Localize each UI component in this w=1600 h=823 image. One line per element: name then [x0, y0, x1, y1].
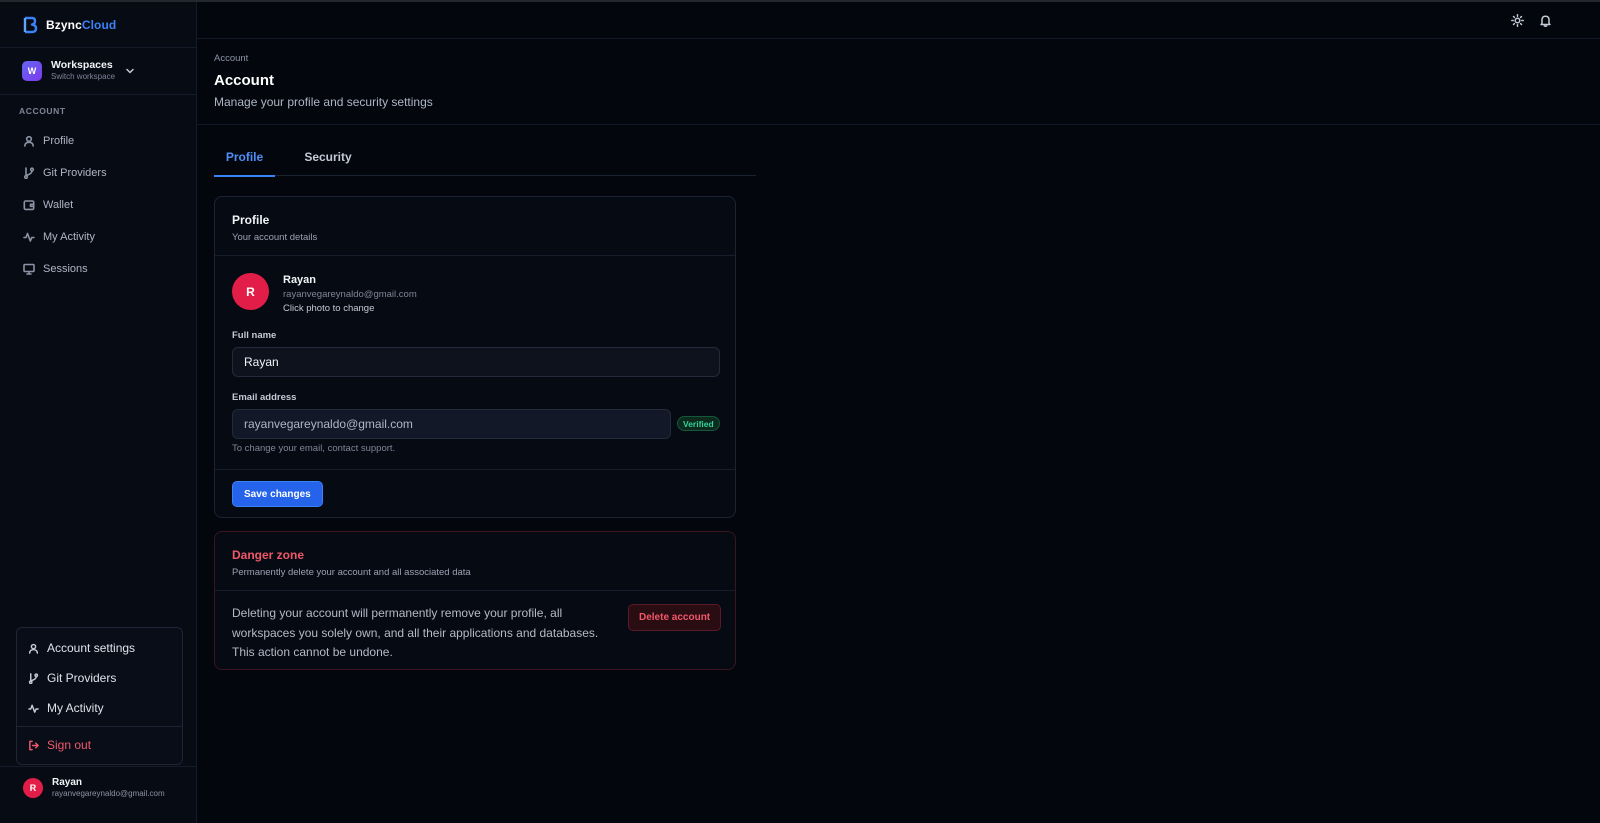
- card-title: Profile: [232, 213, 270, 227]
- menu-divider: [17, 726, 182, 727]
- menu-item-git-providers[interactable]: Git Providers: [17, 663, 182, 693]
- profile-email: rayanvegareynaldo@gmail.com: [283, 289, 417, 300]
- current-user-button[interactable]: R Rayan rayanvegareynaldo@gmail.com: [0, 766, 196, 808]
- brand-name-accent: Cloud: [81, 17, 117, 32]
- sidebar-item-sessions[interactable]: Sessions: [0, 253, 196, 285]
- menu-item-account-settings[interactable]: Account settings: [17, 633, 182, 663]
- wallet-icon: [23, 200, 35, 211]
- page-subtitle: Manage your profile and security setting…: [214, 95, 433, 109]
- page-title: Account: [214, 72, 274, 89]
- profile-photo[interactable]: R: [232, 273, 269, 310]
- brand-name: BzyncCloud: [46, 18, 116, 32]
- theme-toggle-button[interactable]: [1511, 14, 1524, 27]
- sign-out-button[interactable]: Sign out: [17, 730, 182, 760]
- topbar: [197, 2, 1600, 39]
- activity-icon: [23, 232, 35, 242]
- user-icon: [24, 135, 34, 147]
- menu-item-label: Account settings: [47, 641, 136, 655]
- menu-item-label: My Activity: [47, 701, 104, 715]
- full-name-label: Full name: [232, 330, 277, 341]
- sidebar-item-profile[interactable]: Profile: [0, 125, 196, 157]
- brand-name-main: Bzync: [46, 17, 82, 32]
- sidebar-section-label: ACCOUNT: [19, 106, 66, 116]
- tab-profile[interactable]: Profile: [214, 137, 275, 177]
- email-help-text: To change your email, contact support.: [232, 443, 396, 454]
- sidebar-item-my-activity[interactable]: My Activity: [0, 221, 196, 253]
- user-email: rayanvegareynaldo@gmail.com: [52, 788, 165, 798]
- sidebar-item-wallet[interactable]: Wallet: [0, 189, 196, 221]
- chevron-down-icon: [126, 68, 134, 74]
- sun-icon: [1511, 14, 1524, 27]
- bell-icon: [1540, 15, 1551, 28]
- avatar: R: [23, 777, 43, 798]
- delete-account-button[interactable]: Delete account: [628, 604, 722, 631]
- account-tabs: Profile Security: [214, 137, 756, 177]
- sidebar-item-git-providers[interactable]: Git Providers: [0, 157, 196, 189]
- delete-warning-text: Deleting your account will permanently r…: [232, 606, 599, 659]
- workspace-subtitle: Switch workspace: [51, 72, 116, 81]
- sidebar-item-label: Profile: [43, 135, 75, 147]
- bzync-logo-icon: [23, 16, 38, 33]
- git-branch-icon: [23, 167, 35, 179]
- sidebar-item-label: Wallet: [43, 199, 74, 211]
- notifications-button[interactable]: [1539, 14, 1552, 28]
- photo-hint: Click photo to change: [283, 303, 375, 314]
- brand-logo[interactable]: BzyncCloud: [0, 2, 196, 48]
- sidebar: BzyncCloud W Workspaces Switch workspace…: [0, 2, 197, 823]
- sign-out-label: Sign out: [47, 738, 92, 752]
- monitor-icon: [23, 263, 35, 275]
- danger-zone-description: Permanently delete your account and all …: [232, 567, 471, 578]
- workspace-switcher[interactable]: W Workspaces Switch workspace: [0, 48, 196, 95]
- sign-out-icon: [29, 740, 39, 750]
- sidebar-item-label: My Activity: [43, 231, 95, 243]
- email-field: rayanvegareynaldo@gmail.com: [232, 409, 671, 439]
- sidebar-item-label: Git Providers: [43, 167, 107, 179]
- save-button[interactable]: Save changes: [232, 481, 323, 507]
- danger-zone-card: Danger zone Permanently delete your acco…: [214, 531, 736, 670]
- profile-name: Rayan: [283, 274, 317, 286]
- workspace-name: Workspaces: [51, 59, 113, 71]
- user-icon: [28, 643, 39, 654]
- menu-item-label: Git Providers: [47, 671, 117, 685]
- account-menu-popup: Account settings Git Providers My Activi…: [16, 627, 183, 765]
- card-divider: [215, 469, 735, 470]
- user-name: Rayan: [52, 776, 83, 788]
- page-header: Account Account Manage your profile and …: [197, 40, 1600, 125]
- verified-badge: Verified: [677, 416, 720, 431]
- sidebar-item-label: Sessions: [43, 263, 88, 275]
- workspace-avatar: W: [22, 61, 42, 81]
- git-branch-icon: [28, 672, 39, 684]
- card-description: Your account details: [232, 232, 318, 243]
- danger-zone-title: Danger zone: [232, 548, 305, 562]
- email-label: Email address: [232, 392, 297, 403]
- breadcrumb[interactable]: Account: [214, 53, 1600, 64]
- tab-security[interactable]: Security: [275, 137, 381, 176]
- activity-icon: [28, 704, 39, 713]
- menu-item-my-activity[interactable]: My Activity: [17, 693, 182, 723]
- full-name-input[interactable]: Rayan: [232, 347, 720, 377]
- profile-card: Profile Your account details R Rayan ray…: [214, 196, 736, 518]
